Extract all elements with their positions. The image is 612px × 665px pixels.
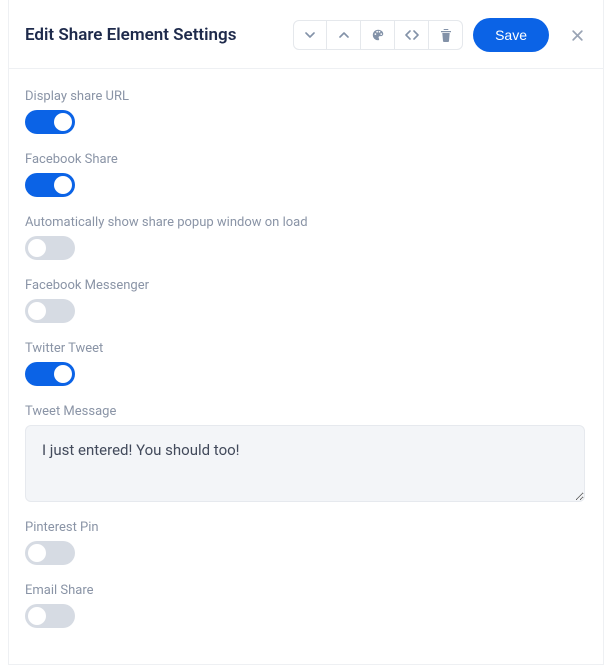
close-button[interactable] (567, 25, 587, 45)
field-email-share: Email Share (25, 583, 587, 632)
field-pinterest-pin: Pinterest Pin (25, 520, 587, 569)
toggle-display-share-url[interactable] (25, 110, 75, 134)
field-facebook-share: Facebook Share (25, 152, 587, 201)
field-label: Twitter Tweet (25, 341, 587, 356)
toggle-email-share[interactable] (25, 604, 75, 628)
toggle-knob (54, 365, 72, 383)
move-down-button[interactable] (293, 20, 327, 50)
settings-panel: Edit Share Element Settings (8, 0, 604, 665)
toggle-knob (28, 544, 46, 562)
toolbar-icon-group (293, 20, 463, 50)
field-auto-popup: Automatically show share popup window on… (25, 215, 587, 264)
toggle-facebook-messenger[interactable] (25, 299, 75, 323)
field-facebook-messenger: Facebook Messenger (25, 278, 587, 327)
field-label: Email Share (25, 583, 587, 598)
save-button[interactable]: Save (473, 18, 549, 52)
palette-icon (371, 28, 385, 42)
field-label: Pinterest Pin (25, 520, 587, 535)
style-button[interactable] (361, 20, 395, 50)
delete-button[interactable] (429, 20, 463, 50)
field-label: Automatically show share popup window on… (25, 215, 587, 230)
close-icon (571, 29, 584, 42)
field-twitter-tweet: Twitter Tweet (25, 341, 587, 390)
field-tweet-message: Tweet Message (25, 404, 587, 506)
panel-body: Display share URL Facebook Share Automat… (9, 69, 603, 664)
toggle-knob (28, 607, 46, 625)
trash-icon (440, 28, 452, 42)
panel-title: Edit Share Element Settings (25, 25, 236, 45)
field-label: Display share URL (25, 89, 587, 104)
toggle-knob (54, 113, 72, 131)
field-display-share-url: Display share URL (25, 89, 587, 138)
toggle-knob (28, 302, 46, 320)
code-icon (405, 29, 419, 41)
field-label: Facebook Messenger (25, 278, 587, 293)
tweet-message-input[interactable] (25, 425, 585, 502)
panel-header: Edit Share Element Settings (9, 0, 603, 69)
code-button[interactable] (395, 20, 429, 50)
field-label: Tweet Message (25, 404, 587, 419)
move-up-button[interactable] (327, 20, 361, 50)
toggle-twitter-tweet[interactable] (25, 362, 75, 386)
chevron-down-icon (305, 30, 315, 40)
toggle-auto-popup[interactable] (25, 236, 75, 260)
header-actions: Save (293, 18, 587, 52)
toggle-facebook-share[interactable] (25, 173, 75, 197)
toggle-knob (54, 176, 72, 194)
chevron-up-icon (339, 30, 349, 40)
toggle-pinterest-pin[interactable] (25, 541, 75, 565)
field-label: Facebook Share (25, 152, 587, 167)
toggle-knob (28, 239, 46, 257)
